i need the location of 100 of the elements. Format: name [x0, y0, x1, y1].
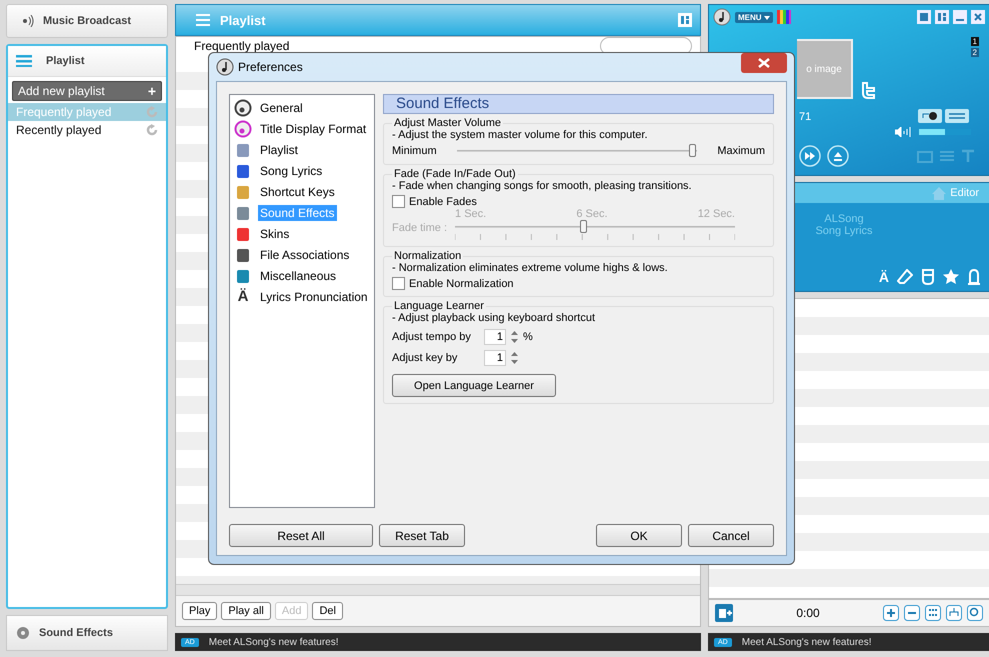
spin-label: Adjust tempo by [392, 331, 472, 343]
category-icon [234, 141, 252, 159]
minus-icon[interactable] [904, 605, 920, 621]
eraser-icon[interactable] [897, 269, 913, 285]
dialog-button[interactable]: Cancel [688, 524, 774, 547]
layout-icon[interactable] [935, 10, 949, 24]
music-note-icon[interactable] [713, 8, 731, 26]
category-item[interactable]: Title Display Format [258, 121, 368, 137]
broadcast-label: Music Broadcast [43, 15, 132, 27]
lyrics-line: ALSong [824, 213, 864, 225]
fade-time-label: Fade time : [392, 222, 448, 234]
horizontal-scrollbar[interactable] [176, 584, 700, 595]
broadcast-bar[interactable]: Music Broadcast [6, 4, 168, 38]
window-icon[interactable] [917, 10, 931, 24]
add-folder-icon[interactable] [715, 604, 733, 622]
bell-icon[interactable] [967, 269, 981, 285]
group-title: Adjust Master Volume [393, 117, 502, 129]
group-description: - Adjust playback using keyboard shortcut [392, 312, 596, 324]
plus-icon[interactable] [883, 605, 899, 621]
close-button[interactable] [741, 53, 787, 73]
category-icon [234, 225, 252, 243]
volume-slider[interactable] [919, 129, 971, 135]
cup-icon[interactable] [921, 269, 935, 285]
category-item[interactable]: Playlist [258, 142, 300, 158]
volume-icon[interactable] [895, 127, 911, 137]
tree-icon[interactable] [946, 605, 962, 621]
category-icon [234, 162, 252, 180]
category-item[interactable]: Lyrics Pronunciation [258, 288, 370, 304]
close-icon[interactable] [971, 10, 985, 24]
toolbar-button[interactable]: Del [312, 602, 343, 620]
number-field[interactable]: 1 [484, 350, 506, 366]
group-title: Normalization [393, 250, 462, 262]
add-playlist-button[interactable]: Add new playlist + [12, 81, 162, 101]
group-title: Language Learner [393, 300, 485, 312]
category-icon [234, 120, 252, 138]
checkbox[interactable]: Enable Normalization [392, 277, 765, 290]
menu-icon[interactable] [196, 14, 210, 26]
tick-label: 6 Sec. [576, 208, 608, 220]
category-item[interactable]: Song Lyrics [258, 163, 324, 179]
spinner-arrows-icon[interactable] [510, 350, 519, 366]
palette-icon[interactable] [776, 10, 791, 24]
section-heading: Sound Effects [383, 94, 774, 114]
page-number[interactable]: 2 [970, 48, 979, 57]
spinner-arrows-icon[interactable] [510, 329, 519, 345]
time-display: 0:00 [795, 606, 821, 620]
fast-forward-icon[interactable] [799, 145, 821, 167]
menu-icon[interactable] [16, 55, 32, 67]
panel-title: Playlist [220, 12, 266, 28]
toolbar-button[interactable]: Play [182, 602, 218, 620]
ad-text: Meet ALSong's new features! [208, 636, 338, 648]
tick-label: 12 Sec. [698, 208, 735, 220]
unit-label: % [523, 331, 533, 343]
search-icon[interactable] [967, 605, 983, 621]
reset-button[interactable]: Reset All [229, 524, 373, 547]
sound-effects-bar[interactable]: Sound Effects [6, 615, 168, 651]
tick-label: 1 Sec. [455, 208, 486, 220]
toolbar-button[interactable]: Play all [221, 602, 271, 620]
no-image-label: o image [806, 64, 842, 74]
category-icon [234, 99, 252, 117]
umlaut-icon: Ä [234, 288, 252, 305]
caret-icon [764, 16, 770, 20]
menu-button[interactable]: MENU [735, 12, 773, 22]
category-icon [234, 204, 252, 222]
ad-text: Meet ALSong's new features! [742, 636, 872, 648]
repeat-off-icon[interactable] [918, 109, 942, 123]
current-playlist-name: Frequently played [194, 39, 290, 53]
category-item[interactable]: Skins [258, 226, 292, 242]
category-item[interactable]: Miscellaneous [258, 268, 338, 284]
sound-effects-label: Sound Effects [39, 627, 113, 639]
disc-icon [17, 627, 29, 639]
category-icon [234, 246, 252, 264]
broadcast-icon [21, 15, 35, 27]
category-item[interactable]: General [258, 100, 305, 116]
checkbox[interactable]: Enable Fades [392, 195, 765, 208]
time-display: 71 [799, 111, 812, 123]
min-label: Minimum [392, 145, 437, 157]
dialog-button[interactable]: OK [596, 524, 682, 547]
group-description: - Adjust the system master volume for this computer. [392, 129, 649, 141]
eject-icon[interactable] [827, 145, 849, 167]
open-learner-button[interactable]: Open Language Learner [392, 374, 556, 397]
group-description: - Normalization eliminates extreme volume highs & lows. [392, 262, 669, 274]
dialog-title: Preferences [238, 60, 303, 74]
list-entry[interactable]: Recently played [8, 121, 166, 139]
layout-icon[interactable] [678, 13, 692, 27]
reset-button[interactable]: Reset Tab [379, 524, 465, 547]
grid-icon[interactable] [925, 605, 941, 621]
number-field[interactable]: 1 [484, 329, 506, 345]
sidebar-title: Playlist [46, 55, 85, 67]
bird-icon[interactable] [859, 81, 877, 101]
music-note-icon [216, 58, 234, 76]
minimize-icon[interactable] [953, 10, 967, 24]
group-description: - Fade when changing songs for smooth, pleasing transitions. [392, 180, 693, 192]
page-number[interactable]: 1 [970, 37, 979, 46]
category-item[interactable]: Shortcut Keys [258, 184, 337, 200]
star-icon[interactable] [943, 269, 959, 285]
category-icon [234, 267, 252, 285]
shuffle-icon[interactable] [945, 109, 969, 123]
category-item[interactable]: File Associations [258, 247, 352, 263]
spin-label: Adjust key by [392, 352, 458, 364]
refresh-icon[interactable] [146, 124, 158, 136]
